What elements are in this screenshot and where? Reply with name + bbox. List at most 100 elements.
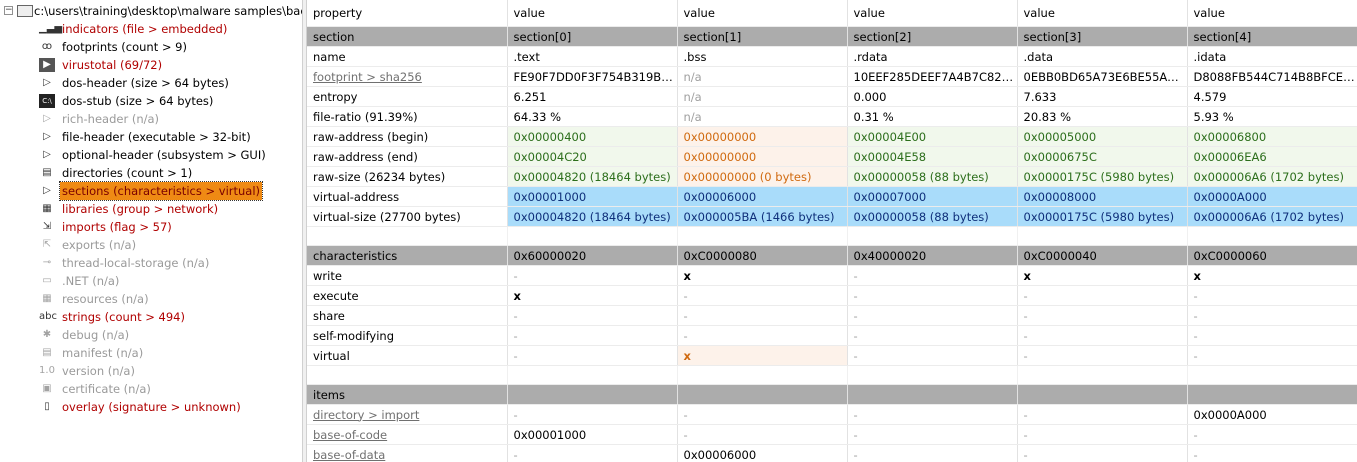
column-header[interactable]: value — [847, 0, 1018, 27]
tree-item-label: thread-local-storage (n/a) — [62, 256, 210, 270]
value-cell: 0x00000058 (88 bytes) — [847, 206, 1018, 227]
table-row[interactable]: base-of-data -0x00006000- - - — [307, 444, 1357, 462]
table-row[interactable]: execute x - - - - — [307, 285, 1357, 306]
tree-panel: − c:\users\training\desktop\malware samp… — [0, 0, 302, 462]
group-header-cell: section[3] — [1017, 26, 1188, 47]
value-cell: - — [507, 345, 678, 366]
property-link[interactable]: base-of-data — [313, 448, 385, 462]
value-cell: - — [1017, 345, 1188, 366]
blank-row[interactable] — [307, 365, 1357, 385]
value-cell: 0x00007000 — [847, 186, 1018, 207]
version-icon: 1.0 — [39, 365, 55, 376]
value-cell: 0x00000058 (88 bytes) — [847, 166, 1018, 187]
grid-cell — [507, 365, 678, 385]
tree-item-label: virustotal (69/72) — [62, 58, 163, 72]
value-cell: 64.33 % — [507, 106, 678, 127]
value-cell: 0x00005000 — [1017, 126, 1188, 147]
table-row[interactable]: raw-size (26234 bytes) 0x00004820 (18464 … — [307, 166, 1357, 187]
group-header-cell: section[0] — [507, 26, 678, 47]
table-row[interactable]: raw-address (begin) 0x00000400 0x00000000 0… — [307, 126, 1357, 147]
value-cell: 0x0000A000 — [1187, 186, 1357, 207]
tree-item-label: dos-stub (size > 64 bytes) — [62, 94, 214, 108]
table-row[interactable]: write - x - x x — [307, 265, 1357, 286]
blank-row[interactable] — [307, 226, 1357, 246]
chevron-right-icon: ▷ — [43, 149, 51, 160]
tree-item-label: debug (n/a) — [62, 328, 130, 342]
grid-header-row[interactable]: property value value value value value — [307, 0, 1357, 27]
grid-cell — [847, 365, 1018, 385]
property-cell: base-of-data — [307, 444, 508, 462]
value-cell: 0x00006000 — [677, 444, 848, 462]
value-cell: - — [1017, 444, 1188, 462]
property-link[interactable]: footprint > sha256 — [313, 70, 422, 84]
property-cell: raw-address (end) — [307, 146, 508, 167]
value-cell: - — [1017, 424, 1188, 445]
grid-cell — [1187, 226, 1357, 246]
value-cell: - — [677, 424, 848, 445]
dotnet-icon: ▭ — [42, 275, 52, 286]
property-cell: base-of-code — [307, 424, 508, 445]
value-cell: - — [847, 404, 1018, 425]
group-header-cell: section[4] — [1187, 26, 1357, 47]
value-cell: 7.633 — [1017, 86, 1188, 107]
tree-item-label: imports (flag > 57) — [62, 220, 172, 234]
grid-cell — [1017, 365, 1188, 385]
group-header-cell: items — [307, 384, 508, 405]
value-cell: - — [1017, 325, 1188, 346]
column-header[interactable]: value — [677, 0, 848, 27]
column-header[interactable]: value — [1187, 0, 1357, 27]
property-cell: execute — [307, 285, 508, 306]
property-cell: virtual — [307, 345, 508, 366]
value-cell: - — [677, 285, 848, 306]
items-group-row[interactable]: items — [307, 384, 1357, 405]
table-row[interactable]: virtual - x - - - — [307, 345, 1357, 366]
value-cell: 0x0000675C — [1017, 146, 1188, 167]
property-link[interactable]: base-of-code — [313, 428, 387, 442]
tree-item-label: exports (n/a) — [62, 238, 137, 252]
column-header[interactable]: value — [1017, 0, 1188, 27]
value-cell: - — [1187, 325, 1357, 346]
chevron-right-icon: ▷ — [43, 185, 51, 196]
table-row[interactable]: file-ratio (91.39%) 64.33 % n/a 0.31 % 20.83… — [307, 106, 1357, 127]
tls-icon: ⊸ — [42, 257, 52, 268]
table-row[interactable]: share - - - - - — [307, 305, 1357, 326]
table-row[interactable]: raw-address (end) 0x00004C20 0x00000000 0x0… — [307, 146, 1357, 167]
value-cell: - — [1187, 305, 1357, 326]
tree-item-label: optional-header (subsystem > GUI) — [62, 148, 266, 162]
bug-icon: ✱ — [42, 329, 52, 340]
collapse-icon[interactable]: − — [4, 6, 13, 15]
value-cell: - — [677, 404, 848, 425]
table-row[interactable]: entropy 6.251 n/a 0.000 7.633 4.579 — [307, 86, 1357, 107]
value-cell: .idata — [1187, 46, 1357, 67]
column-header[interactable]: value — [507, 0, 678, 27]
column-header[interactable]: property — [307, 0, 508, 27]
group-header-cell: 0xC0000040 — [1017, 245, 1188, 266]
section-group-row[interactable]: section section[0] section[1] section[2] sec… — [307, 26, 1357, 47]
characteristics-group-row[interactable]: characteristics 0x60000020 0xC0000080 0x400… — [307, 245, 1357, 266]
table-row[interactable]: footprint > sha256 FE90F7DD0F3F754B319B12… — [307, 66, 1357, 87]
property-link[interactable]: directory > import — [313, 408, 419, 422]
table-row[interactable]: self-modifying - - - - - — [307, 325, 1357, 346]
exports-icon: ⇱ — [42, 239, 52, 250]
value-cell: 0x00006000 — [677, 186, 848, 207]
value-cell: 0x00004C20 — [507, 146, 678, 167]
table-row[interactable]: name .text .bss .rdata .data .idata — [307, 46, 1357, 67]
tree-item-label: libraries (group > network) — [62, 202, 219, 216]
table-row[interactable]: virtual-address 0x00001000 0x00006000 0x000… — [307, 186, 1357, 207]
value-cell: n/a — [677, 66, 848, 87]
tree-item-label: dos-header (size > 64 bytes) — [62, 76, 229, 90]
value-cell: 0x00000000 — [677, 146, 848, 167]
table-row[interactable]: virtual-size (27700 bytes) 0x00004820 (18… — [307, 206, 1357, 227]
table-row[interactable]: directory > import - - - -0x0000A000 — [307, 404, 1357, 425]
value-cell: - — [847, 424, 1018, 445]
property-cell: virtual-address — [307, 186, 508, 207]
resources-icon: ▦ — [42, 293, 52, 304]
table-row[interactable]: base-of-code 0x00001000- - - - — [307, 424, 1357, 445]
chevron-right-icon: ▷ — [43, 113, 51, 124]
value-cell: - — [1187, 345, 1357, 366]
tree-item-label: manifest (n/a) — [62, 346, 144, 360]
value-cell: 0x0000A000 — [1187, 404, 1357, 425]
footprints-icon: ꝏ — [41, 41, 53, 52]
group-header-cell: 0xC0000080 — [677, 245, 848, 266]
value-cell: x — [677, 345, 848, 366]
